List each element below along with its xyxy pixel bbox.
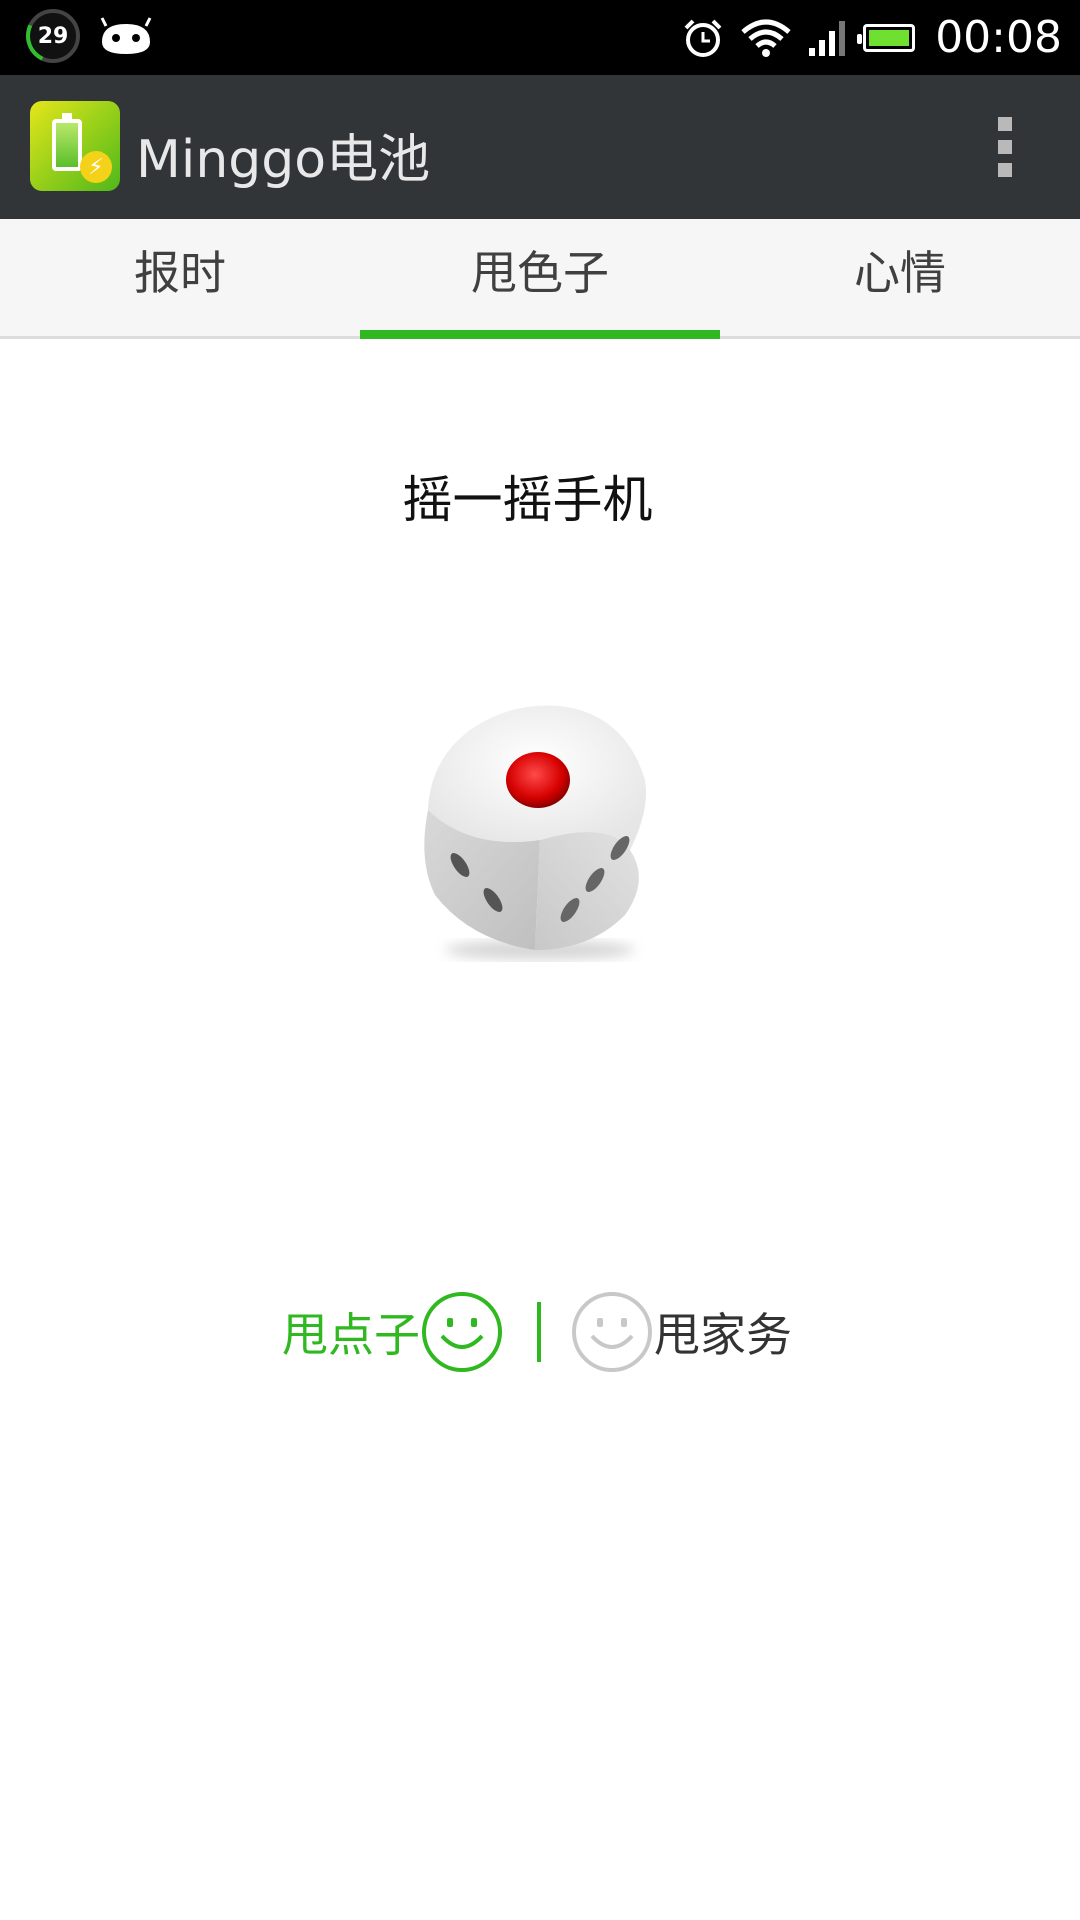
smiley-icon-unselected [572, 1292, 652, 1372]
clock: 00:08 [935, 12, 1062, 63]
action-bar: ⚡ Minggo电池 [0, 75, 1080, 219]
tab-baoshi[interactable]: 报时 [0, 219, 360, 336]
divider [537, 1302, 541, 1362]
dice-dot [506, 752, 570, 808]
app-title: Minggo电池 [136, 130, 431, 190]
app-logo-icon[interactable]: ⚡ [30, 101, 120, 191]
overflow-menu-icon[interactable] [995, 117, 1015, 177]
option-shuaijiawu[interactable]: 甩家务 [570, 1290, 792, 1374]
android-icon [100, 17, 152, 54]
option-shuaidianzi[interactable]: 甩点子 [282, 1290, 504, 1374]
signal-icon [809, 20, 846, 56]
smiley-icon-selected [422, 1292, 502, 1372]
battery-percent-text: 29 [37, 23, 69, 49]
alarm-icon [684, 19, 722, 57]
tab-label: 甩色子 [471, 245, 609, 300]
wifi-icon [741, 19, 791, 57]
option-label: 甩点子 [282, 1308, 420, 1362]
battery-percent-badge: 29 [26, 9, 80, 63]
status-bar: 29 00:08 [0, 0, 1080, 75]
dice-image[interactable] [410, 700, 665, 965]
battery-icon [857, 23, 916, 52]
tab-bar: 报时 甩色子 心情 [0, 219, 1080, 339]
shake-hint: 摇一摇手机 [402, 471, 653, 529]
tab-label: 心情 [854, 245, 946, 300]
option-label: 甩家务 [654, 1308, 792, 1362]
tab-shuaisezi[interactable]: 甩色子 [360, 219, 720, 339]
mode-selector: 甩点子 甩家务 [0, 1290, 1080, 1374]
tab-label: 报时 [134, 245, 226, 300]
tab-xinqing[interactable]: 心情 [720, 219, 1080, 336]
